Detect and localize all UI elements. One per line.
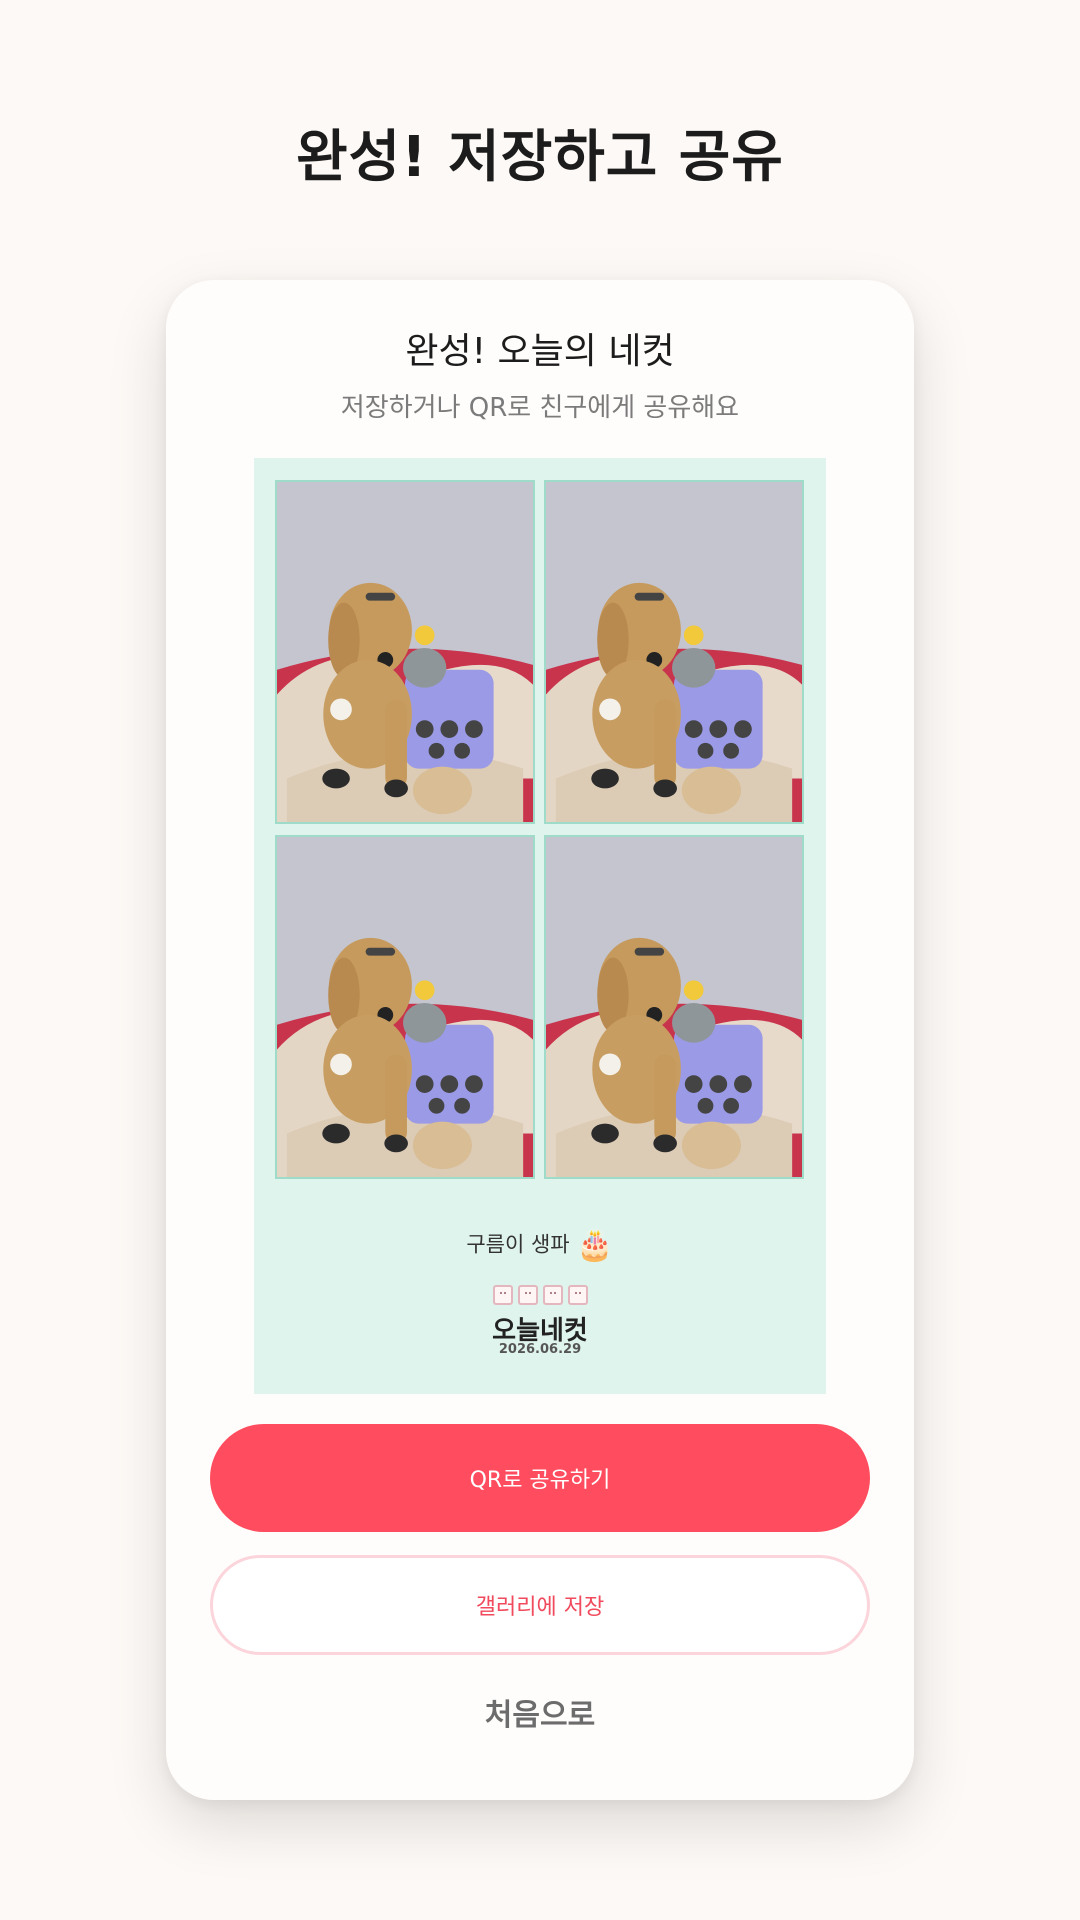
- photo-frame-2: [544, 480, 804, 824]
- photo-frame-4: [544, 835, 804, 1179]
- card-subtitle: 저장하거나 QR로 친구에게 공유해요: [340, 393, 740, 423]
- face-icon: [517, 1285, 538, 1305]
- result-card: 완성! 오늘의 네컷 저장하거나 QR로 친구에게 공유해요 구름이 생파 🎂 …: [166, 280, 914, 1800]
- brand-date: 2026.06.29: [498, 1342, 582, 1357]
- photo-frame-1: [275, 480, 535, 824]
- brand-logo-icon: [254, 1285, 826, 1305]
- face-icon: [492, 1285, 513, 1305]
- face-icon: [567, 1285, 588, 1305]
- strip-caption: 구름이 생파 🎂: [254, 1228, 826, 1263]
- photo-image: [277, 482, 533, 822]
- card-title: 완성! 오늘의 네컷: [405, 331, 675, 372]
- go-home-link[interactable]: 처음으로: [166, 1690, 914, 1734]
- photo-image: [546, 482, 802, 822]
- photo-image: [546, 837, 802, 1177]
- qr-share-button[interactable]: QR로 공유하기: [210, 1424, 870, 1532]
- save-gallery-button[interactable]: 갤러리에 저장: [210, 1555, 870, 1655]
- strip-caption-text: 구름이 생파: [466, 1232, 570, 1257]
- page-title: 완성! 저장하고 공유: [296, 125, 784, 190]
- photo-strip: 구름이 생파 🎂 오늘네컷 2026.06.29: [254, 458, 826, 1394]
- photo-frame-3: [275, 835, 535, 1179]
- face-icon: [542, 1285, 563, 1305]
- photo-image: [277, 837, 533, 1177]
- cake-icon: 🎂: [576, 1228, 614, 1263]
- result-screen: 완성! 저장하고 공유 완성! 오늘의 네컷 저장하거나 QR로 친구에게 공유…: [0, 0, 1080, 1920]
